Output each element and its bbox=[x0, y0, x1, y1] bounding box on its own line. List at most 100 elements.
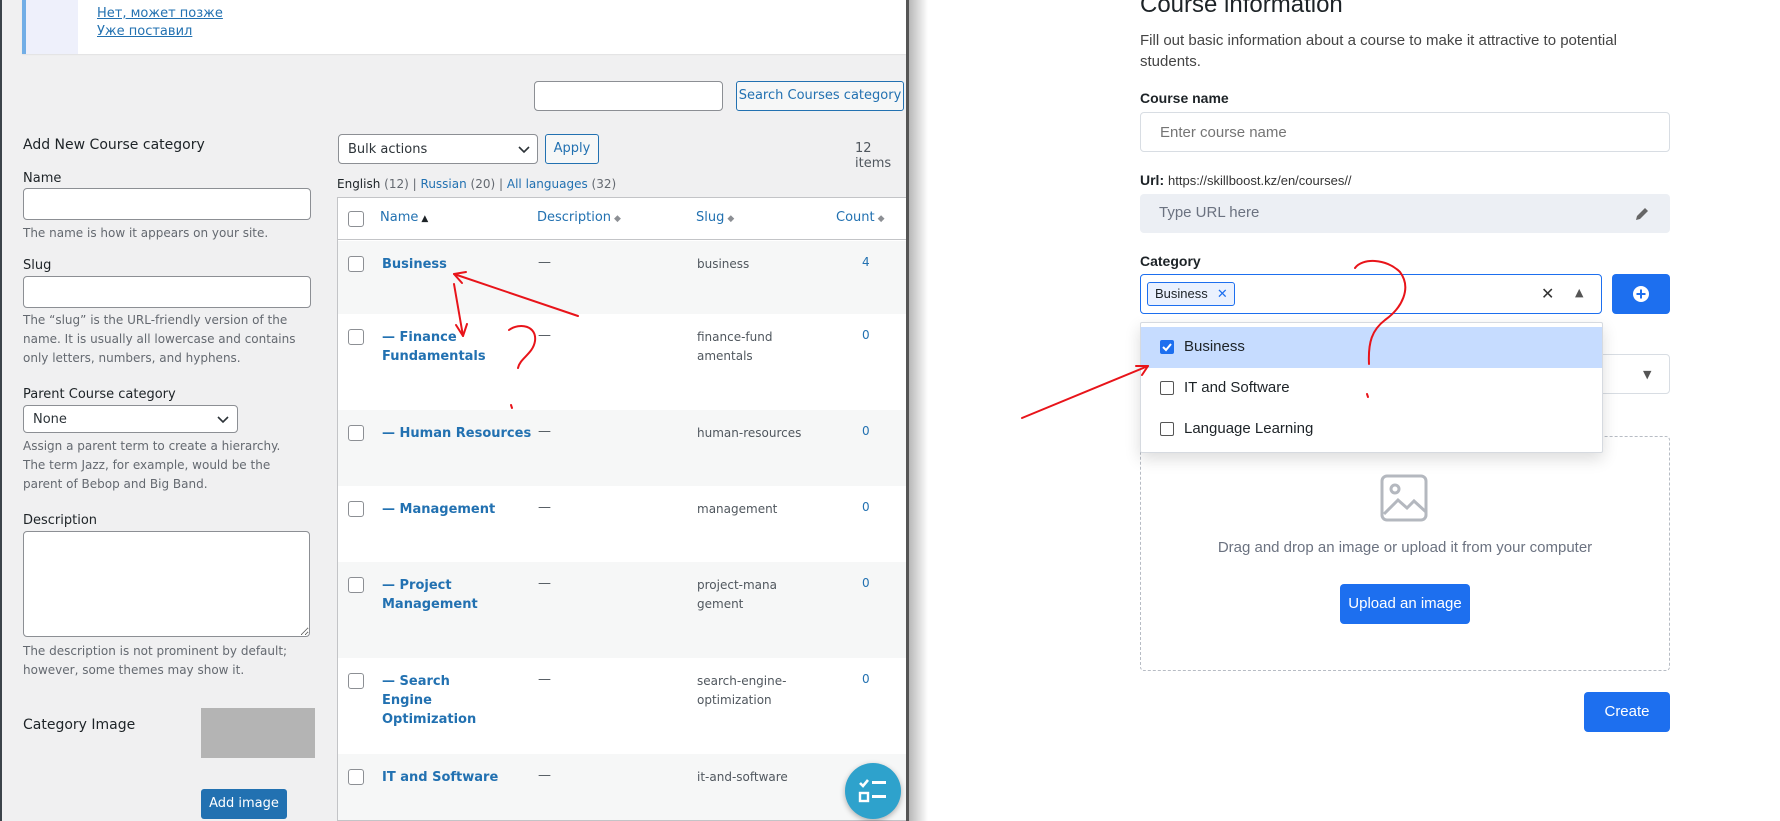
category-label: Category bbox=[1140, 253, 1201, 269]
row-checkbox[interactable] bbox=[348, 329, 364, 345]
table-row: Business — business 4 bbox=[338, 241, 906, 314]
name-label: Name bbox=[23, 171, 62, 186]
pencil-icon[interactable] bbox=[1634, 206, 1650, 222]
parent-select[interactable]: None bbox=[23, 405, 238, 433]
wp-admin-panel: Нет, может позже Уже поставил Search Cou… bbox=[0, 0, 906, 821]
lang-all[interactable]: All languages bbox=[507, 177, 588, 191]
row-name-link[interactable]: IT and Software bbox=[382, 768, 522, 787]
row-count-link[interactable]: 0 bbox=[862, 328, 870, 342]
upload-hint: Drag and drop an image or upload it from… bbox=[1217, 539, 1593, 556]
row-count-link[interactable]: 0 bbox=[862, 672, 870, 686]
bulk-actions-value: Bulk actions bbox=[348, 142, 428, 157]
option-business[interactable]: Business bbox=[1141, 327, 1602, 368]
selected-category-tag: Business ✕ bbox=[1147, 282, 1235, 306]
url-label: Url: bbox=[1140, 172, 1165, 188]
row-name-link[interactable]: — Human Resources bbox=[382, 424, 532, 443]
add-category-button[interactable] bbox=[1612, 274, 1670, 314]
row-name-link[interactable]: — Project Management bbox=[382, 576, 478, 614]
admin-menu-edge bbox=[0, 0, 2, 821]
row-description: — bbox=[538, 328, 551, 343]
clear-selection-icon[interactable]: ✕ bbox=[1541, 284, 1554, 303]
admin-notice: Нет, может позже Уже поставил bbox=[22, 0, 906, 54]
url-input[interactable]: Type URL here bbox=[1140, 194, 1670, 233]
row-slug: search-engine-optimization bbox=[697, 674, 787, 707]
sort-icon: ◆ bbox=[727, 214, 735, 224]
description-field[interactable] bbox=[23, 531, 310, 637]
option-it-and-software[interactable]: IT and Software bbox=[1141, 368, 1602, 409]
dropdown-up-icon[interactable]: ▲ bbox=[1575, 286, 1583, 299]
row-count-link[interactable]: 0 bbox=[862, 424, 870, 438]
checklist-fab-button[interactable] bbox=[845, 763, 901, 819]
row-count-link[interactable]: 4 bbox=[862, 255, 870, 269]
column-slug[interactable]: Slug ◆ bbox=[696, 210, 734, 225]
chevron-down-icon: ▼ bbox=[1643, 368, 1652, 381]
name-help: The name is how it appears on your site. bbox=[23, 226, 269, 240]
search-input[interactable] bbox=[534, 81, 723, 111]
row-name-link[interactable]: — Management bbox=[382, 500, 522, 519]
table-row: — Management — management 0 bbox=[338, 486, 906, 562]
row-count-link[interactable]: 0 bbox=[862, 500, 870, 514]
image-icon bbox=[1380, 474, 1428, 522]
option-language-learning[interactable]: Language Learning bbox=[1141, 409, 1602, 450]
course-name-input[interactable] bbox=[1140, 112, 1670, 152]
page-title: Course information bbox=[1140, 0, 1343, 18]
row-name-link[interactable]: — Finance Fundamentals bbox=[382, 328, 486, 366]
chevron-down-icon bbox=[518, 146, 530, 154]
row-checkbox[interactable] bbox=[348, 256, 364, 272]
row-checkbox[interactable] bbox=[348, 425, 364, 441]
row-description: — bbox=[538, 500, 551, 515]
row-slug: human-resources bbox=[697, 426, 802, 440]
checkbox-icon bbox=[1160, 422, 1174, 436]
row-checkbox[interactable] bbox=[348, 501, 364, 517]
language-filter: English (12) | Russian (20) | All langua… bbox=[337, 177, 616, 191]
row-count-link[interactable]: 0 bbox=[862, 576, 870, 590]
category-image-label: Category Image bbox=[23, 717, 136, 733]
name-field[interactable] bbox=[23, 188, 311, 220]
notice-link-later[interactable]: Нет, может позже bbox=[97, 6, 223, 21]
category-image-placeholder bbox=[201, 708, 315, 758]
slug-help: The “slug” is the URL-friendly version o… bbox=[23, 313, 296, 365]
column-slug-label: Slug bbox=[696, 210, 725, 225]
bulk-actions-select[interactable]: Bulk actions bbox=[338, 134, 538, 164]
column-name[interactable]: Name ▲ bbox=[380, 210, 428, 225]
row-checkbox[interactable] bbox=[348, 673, 364, 689]
row-name-link[interactable]: — Search Engine Optimization bbox=[382, 672, 502, 729]
row-checkbox[interactable] bbox=[348, 769, 364, 785]
categories-table: Name ▲ Description ◆ Slug ◆ Count ◆ Business… bbox=[337, 197, 906, 821]
option-label: Language Learning bbox=[1184, 420, 1314, 437]
table-header: Name ▲ Description ◆ Slug ◆ Count ◆ bbox=[338, 198, 906, 240]
table-row: IT and Software — it-and-software bbox=[338, 754, 906, 820]
lang-russian-count: (20) bbox=[470, 177, 496, 191]
notice-link-done[interactable]: Уже поставил bbox=[97, 24, 192, 39]
search-courses-category-button[interactable]: Search Courses category bbox=[736, 81, 904, 111]
slug-field[interactable] bbox=[23, 276, 311, 308]
column-count-label: Count bbox=[836, 210, 875, 225]
table-row: — Search Engine Optimization — search-en… bbox=[338, 658, 906, 754]
table-row: — Project Management — project-managemen… bbox=[338, 562, 906, 658]
course-name-label: Course name bbox=[1140, 90, 1229, 106]
column-description[interactable]: Description ◆ bbox=[537, 210, 621, 225]
row-slug: management bbox=[697, 502, 778, 516]
remove-tag-icon[interactable]: ✕ bbox=[1217, 283, 1228, 305]
checklist-icon bbox=[858, 779, 886, 803]
row-slug: business bbox=[697, 257, 750, 271]
parent-label: Parent Course category bbox=[23, 387, 176, 402]
column-name-label: Name bbox=[380, 210, 419, 225]
select-all-checkbox[interactable] bbox=[348, 211, 364, 227]
add-image-button[interactable]: Add image bbox=[201, 789, 287, 819]
sort-asc-icon: ▲ bbox=[421, 214, 429, 224]
row-name-link[interactable]: Business bbox=[382, 255, 522, 274]
column-count[interactable]: Count ◆ bbox=[836, 210, 885, 225]
image-upload-area[interactable]: Drag and drop an image or upload it from… bbox=[1140, 436, 1670, 671]
row-checkbox[interactable] bbox=[348, 577, 364, 593]
row-description: — bbox=[538, 424, 551, 439]
category-select[interactable]: Business ✕ ✕ ▲ bbox=[1140, 274, 1602, 314]
lang-russian[interactable]: Russian bbox=[421, 177, 467, 191]
slug-label: Slug bbox=[23, 258, 52, 273]
apply-button[interactable]: Apply bbox=[545, 134, 599, 164]
option-label: Business bbox=[1184, 338, 1245, 355]
column-description-label: Description bbox=[537, 210, 612, 225]
upload-image-button[interactable]: Upload an image bbox=[1340, 584, 1470, 624]
create-button[interactable]: Create bbox=[1584, 692, 1670, 732]
lang-english[interactable]: English bbox=[337, 177, 380, 191]
